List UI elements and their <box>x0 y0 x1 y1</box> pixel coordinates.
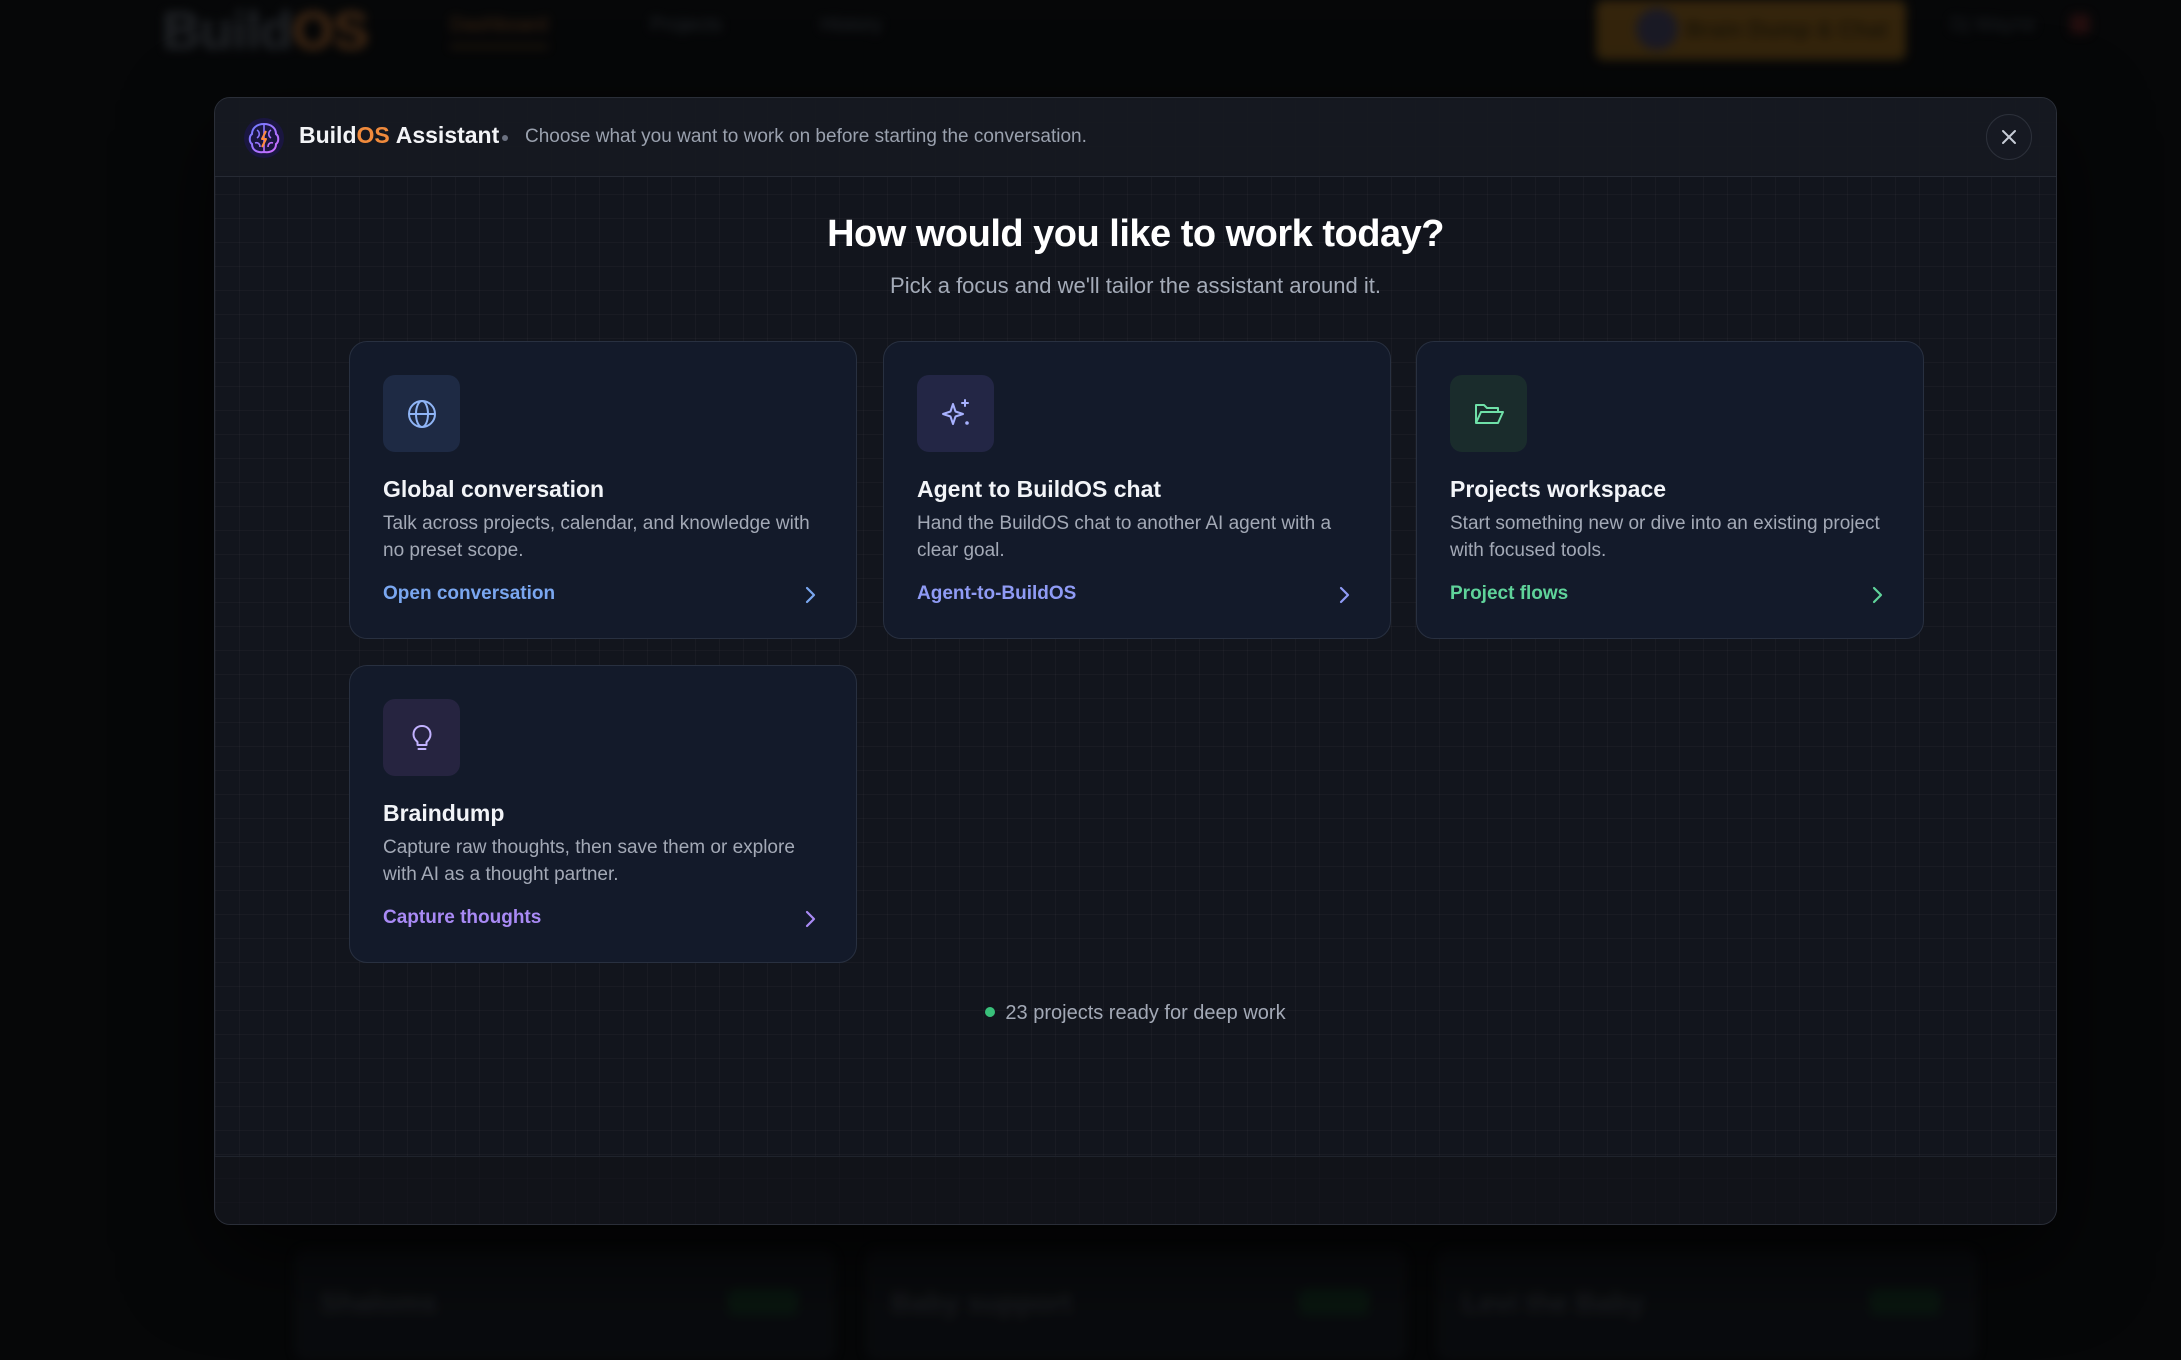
background-logo: BuildOS <box>162 0 368 62</box>
background-project-card: Baby support <box>866 1250 1406 1360</box>
globe-icon <box>383 375 460 452</box>
background-card-badge <box>1870 1289 1940 1315</box>
option-description: Capture raw thoughts, then save them or … <box>383 834 833 888</box>
option-link[interactable]: Capture thoughts <box>383 907 541 929</box>
header-subtitle: Choose what you want to work on before s… <box>525 126 1087 148</box>
background-card-title: Baby support <box>891 1287 1071 1319</box>
background-card-title: Levi the Baby <box>1462 1287 1644 1319</box>
option-link[interactable]: Agent-to-BuildOS <box>917 583 1076 605</box>
brain-logo-icon <box>243 117 285 159</box>
option-link[interactable]: Open conversation <box>383 583 555 605</box>
background-nav: BuildOS Dashboard Projects History Brain… <box>0 0 2181 60</box>
background-card-title: Shaloms <box>320 1287 437 1319</box>
chevron-right-icon <box>800 583 820 607</box>
option-card-projects-workspace[interactable]: Projects workspace Start something new o… <box>1416 341 1924 639</box>
background-nav-projects: Projects <box>650 14 722 37</box>
background-cta-icon <box>1636 8 1678 50</box>
sparkles-icon <box>917 375 994 452</box>
option-card-agent-to-buildos[interactable]: Agent to BuildOS chat Hand the BuildOS c… <box>883 341 1391 639</box>
option-card-global-conversation[interactable]: Global conversation Talk across projects… <box>349 341 857 639</box>
option-description: Hand the BuildOS chat to another AI agen… <box>917 510 1367 564</box>
chevron-right-icon <box>1334 583 1354 607</box>
lightbulb-icon <box>383 699 460 776</box>
option-card-braindump[interactable]: Braindump Capture raw thoughts, then sav… <box>349 665 857 963</box>
modal-title: How would you like to work today? <box>215 213 2056 256</box>
chevron-right-icon <box>800 907 820 931</box>
modal-footer <box>215 1156 2056 1224</box>
brand-title: BuildOSAssistant <box>299 122 499 149</box>
background-user-badge <box>2070 14 2090 34</box>
status-text: 23 projects ready for deep work <box>1005 1002 1285 1024</box>
modal-subtitle: Pick a focus and we'll tailor the assist… <box>215 273 2056 299</box>
chevron-right-icon <box>1867 583 1887 607</box>
status-dot <box>985 1007 995 1017</box>
folder-open-icon <box>1450 375 1527 452</box>
assistant-modal: BuildOSAssistant Choose what you want to… <box>214 97 2057 1225</box>
modal-header: BuildOSAssistant Choose what you want to… <box>215 98 2056 177</box>
option-description: Start something new or dive into an exis… <box>1450 510 1900 564</box>
option-description: Talk across projects, calendar, and know… <box>383 510 833 564</box>
status-line: 23 projects ready for deep work <box>215 1002 2056 1025</box>
background-user-label: Dj Wayne <box>1950 14 2036 37</box>
option-title: Projects workspace <box>1450 476 1666 503</box>
option-link[interactable]: Project flows <box>1450 583 1568 605</box>
background-cta-button: Brain Dump & Chat <box>1596 0 1906 60</box>
background-card-badge <box>1299 1289 1369 1315</box>
background-project-card: Levi the Baby <box>1437 1250 1977 1360</box>
background-nav-history: History <box>820 14 882 37</box>
option-title: Agent to BuildOS chat <box>917 476 1161 503</box>
close-icon <box>1999 127 2019 147</box>
background-card-badge <box>728 1289 798 1315</box>
option-title: Global conversation <box>383 476 604 503</box>
background-project-card: Shaloms <box>295 1250 835 1360</box>
background-nav-dashboard: Dashboard <box>450 14 548 48</box>
option-title: Braindump <box>383 800 504 827</box>
close-button[interactable] <box>1986 114 2032 160</box>
header-separator-dot <box>502 135 508 141</box>
